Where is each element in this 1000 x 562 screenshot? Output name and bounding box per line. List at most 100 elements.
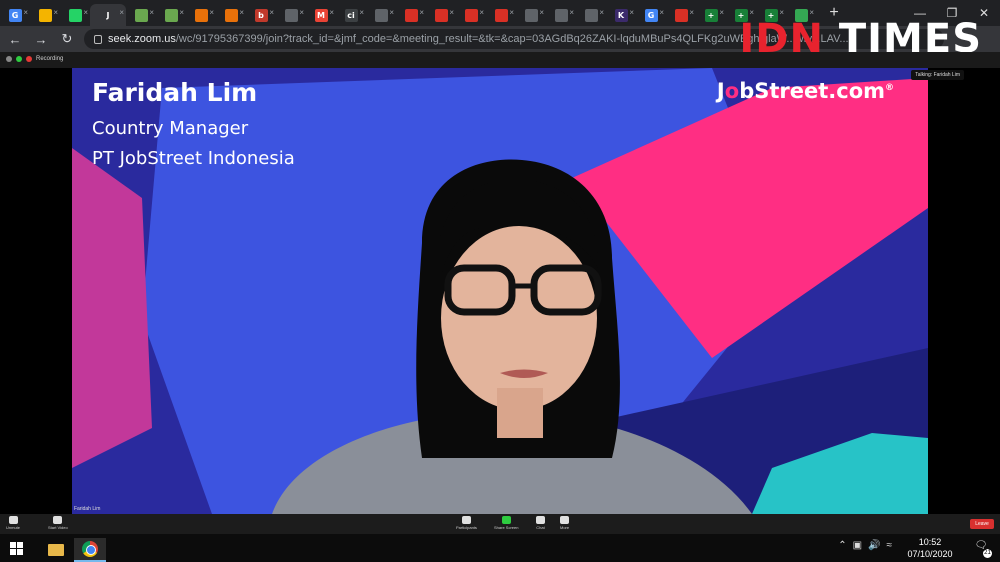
tab-close-icon[interactable]: × <box>83 8 88 17</box>
brand-rest: bStreet.com <box>739 79 885 103</box>
participants-icon <box>461 516 471 524</box>
browser-tab[interactable]: × <box>126 4 156 26</box>
browser-tab[interactable]: × <box>516 4 546 26</box>
plus-doc-icon: + <box>704 8 718 22</box>
browser-tab[interactable]: × <box>366 4 396 26</box>
shield-icon[interactable] <box>16 56 22 62</box>
lock-icon <box>94 34 102 44</box>
network-icon[interactable]: ▣ <box>853 540 862 551</box>
browser-tab[interactable]: ci × <box>336 4 366 26</box>
tab-close-icon[interactable]: × <box>119 8 124 17</box>
brand-mark: ® <box>885 83 894 93</box>
chat-icon <box>536 516 545 524</box>
notification-center-icon[interactable]: 🗨 21 <box>972 540 992 558</box>
volume-icon[interactable]: 🔊 <box>868 540 880 551</box>
browser-tab[interactable]: G × <box>636 4 666 26</box>
wifi-icon[interactable]: ≈ <box>887 540 893 551</box>
browser-tab[interactable]: × <box>486 4 516 26</box>
browser-tab[interactable]: + × <box>696 4 726 26</box>
globe-icon <box>374 8 388 22</box>
news-icon <box>494 8 508 22</box>
tab-close-icon[interactable]: × <box>269 8 274 17</box>
brand-j: J <box>716 79 725 103</box>
tab-close-icon[interactable]: × <box>509 8 514 17</box>
tab-close-icon[interactable]: × <box>449 8 454 17</box>
reload-icon[interactable]: ↻ <box>56 28 78 50</box>
back-icon[interactable]: ← <box>4 28 26 50</box>
tab-close-icon[interactable]: × <box>539 8 544 17</box>
browser-tab[interactable]: M × <box>306 4 336 26</box>
recording-indicator: Recording <box>6 56 63 62</box>
tab-close-icon[interactable]: × <box>629 8 634 17</box>
tab-close-icon[interactable]: × <box>479 8 484 17</box>
forward-icon[interactable]: → <box>30 28 52 50</box>
browser-tab[interactable]: b × <box>246 4 276 26</box>
leave-button[interactable]: Leave <box>970 519 994 529</box>
browser-tab[interactable]: × <box>576 4 606 26</box>
tab-close-icon[interactable]: × <box>599 8 604 17</box>
tab-close-icon[interactable]: × <box>23 8 28 17</box>
browser-tab[interactable]: × <box>186 4 216 26</box>
unmute-label: Unmute <box>6 525 21 530</box>
unmute-button[interactable]: Unmute <box>6 516 20 530</box>
k-logo-icon: K <box>614 8 628 22</box>
tab-close-icon[interactable]: × <box>659 8 664 17</box>
tab-close-icon[interactable]: × <box>209 8 214 17</box>
windows-start-icon[interactable] <box>10 542 23 555</box>
more-label: More <box>560 525 570 530</box>
tab-close-icon[interactable]: × <box>389 8 394 17</box>
tab-close-icon[interactable]: × <box>53 8 58 17</box>
tab-close-icon[interactable]: × <box>239 8 244 17</box>
tab-close-icon[interactable]: × <box>299 8 304 17</box>
tab-close-icon[interactable]: × <box>329 8 334 17</box>
browser-tab[interactable]: K × <box>606 4 636 26</box>
browser-tab[interactable]: × <box>30 4 60 26</box>
browser-tab[interactable]: × <box>426 4 456 26</box>
windows-taskbar: ⌃ ▣ 🔊 ≈ 10:52 07/10/2020 🗨 21 <box>0 534 1000 562</box>
browser-tab[interactable]: × <box>216 4 246 26</box>
doc-icon <box>674 8 688 22</box>
browser-tab[interactable]: × <box>276 4 306 26</box>
participant-name-badge: Faridah Lim <box>74 506 101 512</box>
recording-label: Recording <box>36 56 64 62</box>
whatsapp-icon <box>68 8 82 22</box>
news-icon <box>464 8 478 22</box>
browser-tab[interactable]: × <box>156 4 186 26</box>
more-button[interactable]: More <box>560 516 569 530</box>
taskbar-clock[interactable]: 10:52 07/10/2020 <box>900 536 960 560</box>
browser-tab[interactable]: × <box>666 4 696 26</box>
video-off-icon <box>53 516 63 524</box>
b-logo-icon: b <box>254 8 268 22</box>
chevron-up-icon[interactable]: ⌃ <box>838 540 846 551</box>
tab-close-icon[interactable]: × <box>419 8 424 17</box>
tab-close-icon[interactable]: × <box>149 8 154 17</box>
browser-tab[interactable]: × <box>396 4 426 26</box>
tab-close-icon[interactable]: × <box>359 8 364 17</box>
browser-tab[interactable]: × <box>546 4 576 26</box>
chat-button[interactable]: Chat <box>536 516 545 530</box>
google-icon: G <box>644 8 658 22</box>
browser-tab[interactable]: × <box>60 4 90 26</box>
file-explorer-icon[interactable] <box>40 538 72 562</box>
jobstreet-logo: JobStreet.com® <box>717 79 894 103</box>
tab-close-icon[interactable]: × <box>719 8 724 17</box>
start-video-button[interactable]: Start Video <box>48 516 68 530</box>
participants-button[interactable]: Participants <box>456 516 477 530</box>
frog-icon <box>164 8 178 22</box>
browser-tab[interactable]: J × <box>90 4 126 26</box>
info-icon[interactable] <box>6 56 12 62</box>
tab-close-icon[interactable]: × <box>569 8 574 17</box>
share-screen-button[interactable]: Share Screen <box>494 516 518 530</box>
globe-icon <box>524 8 538 22</box>
browser-tab[interactable]: G × <box>0 4 30 26</box>
globe-icon <box>584 8 598 22</box>
shop-icon <box>224 8 238 22</box>
tab-close-icon[interactable]: × <box>689 8 694 17</box>
zoom-top-bar: Recording <box>0 52 1000 68</box>
browser-tab[interactable]: × <box>456 4 486 26</box>
record-dot-icon <box>26 56 32 62</box>
tab-close-icon[interactable]: × <box>179 8 184 17</box>
chrome-taskbar-icon[interactable] <box>74 538 106 562</box>
gmail-icon: M <box>314 8 328 22</box>
participants-label: Participants <box>456 525 477 530</box>
